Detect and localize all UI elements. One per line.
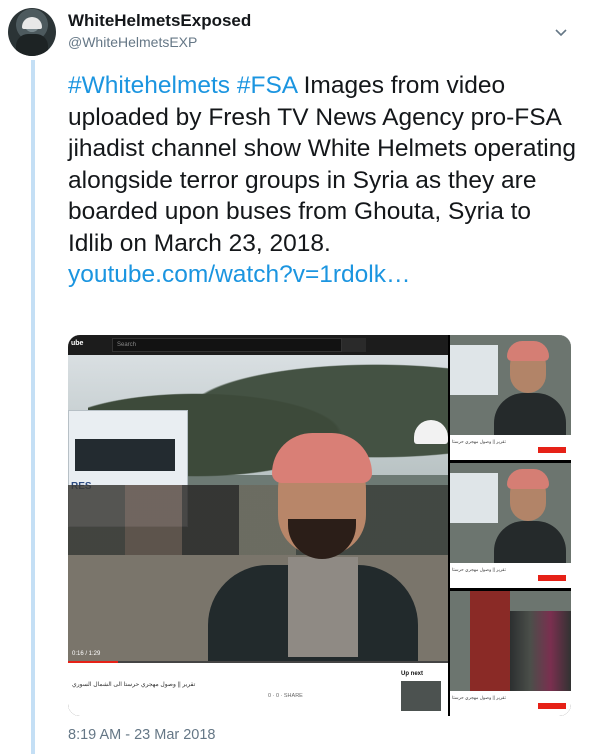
video-title: تقرير || وصول مهجري حرستا الى الشمال الس…	[72, 682, 196, 688]
thread-line	[31, 60, 35, 754]
video-progress	[68, 661, 448, 663]
tweet-link[interactable]: youtube.com/watch?v=1rdolk…	[68, 261, 411, 288]
side-meta: تقرير || وصول مهجري حرستا	[452, 695, 506, 700]
media-image-2[interactable]: تقرير || وصول مهجري حرستا	[450, 335, 571, 460]
youtube-logo: ube	[71, 340, 84, 347]
search-icon	[342, 338, 366, 352]
tweet-text: #Whitehelmets #FSA Images from video upl…	[68, 70, 578, 291]
man-in-headscarf	[208, 415, 418, 663]
hashtag-whitehelmets[interactable]: #Whitehelmets	[68, 72, 230, 99]
up-next-label: Up next	[401, 671, 424, 677]
up-next-thumbnail	[401, 681, 441, 711]
youtube-header: ube Search	[68, 335, 448, 355]
avatar-helmet	[22, 17, 42, 29]
video-actions: 0 · 0 · SHARE	[268, 693, 303, 699]
video-frame: RES 0:16 / 1:29	[68, 355, 448, 663]
subscribe-button	[538, 703, 566, 709]
media-image-4[interactable]: تقرير || وصول مهجري حرستا	[450, 591, 571, 716]
avatar[interactable]	[8, 8, 56, 56]
tweet-timestamp[interactable]: 8:19 AM - 23 Mar 2018	[68, 727, 216, 743]
chevron-down-icon[interactable]	[553, 24, 569, 40]
subscribe-button	[538, 575, 566, 581]
tweet-body: Images from video uploaded by Fresh TV N…	[68, 72, 576, 257]
video-timecode: 0:16 / 1:29	[72, 651, 101, 657]
author-name[interactable]: WhiteHelmetsExposed	[68, 11, 251, 31]
avatar-figure	[16, 34, 48, 56]
author-handle[interactable]: @WhiteHelmetsEXP	[68, 34, 197, 50]
side-meta: تقرير || وصول مهجري حرستا	[452, 439, 506, 444]
side-meta: تقرير || وصول مهجري حرستا	[452, 567, 506, 572]
media-image-3[interactable]: تقرير || وصول مهجري حرستا	[450, 463, 571, 588]
subscribe-button	[538, 447, 566, 453]
hashtag-fsa[interactable]: #FSA	[237, 72, 297, 99]
tweet-media[interactable]: ube Search RES 0:16 / 1:29 تقر	[68, 335, 571, 716]
media-image-main[interactable]: ube Search RES 0:16 / 1:29 تقر	[68, 335, 448, 716]
youtube-search-box: Search	[112, 338, 342, 352]
